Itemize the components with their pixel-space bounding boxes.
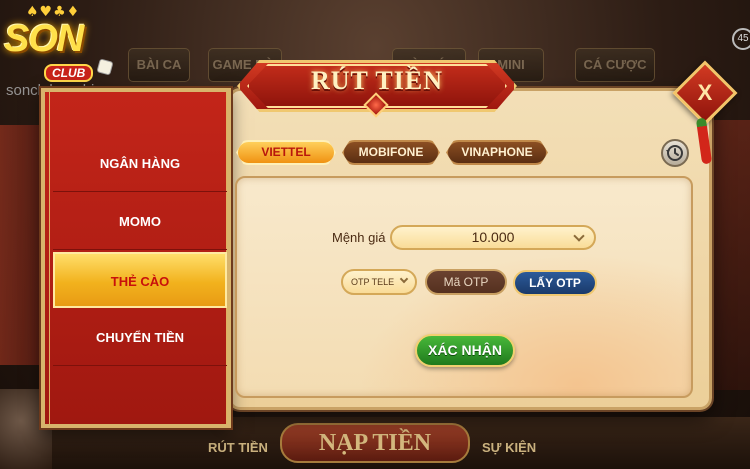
amount-select[interactable]: 10.000 [390, 225, 596, 250]
chevron-down-icon [399, 274, 409, 284]
dice-icon [96, 58, 114, 76]
bottom-event-button[interactable]: SỰ KIỆN [482, 440, 536, 455]
history-icon [666, 145, 683, 161]
withdraw-method-tabs: NGÂN HÀNG MOMO THẺ CÀO CHUYỂN TIỀN [41, 88, 231, 428]
lobby-nav-item[interactable]: CÁ CƯỢC [575, 48, 655, 82]
carrier-tab-mobifone[interactable]: MOBIFONE [342, 140, 440, 165]
otp-channel-select[interactable]: OTP TELE [341, 269, 417, 295]
chevron-down-icon [573, 230, 585, 242]
lobby-nav-item[interactable]: BÀI CA [128, 48, 190, 82]
modal-title: RÚT TIỀN [310, 66, 444, 95]
tab-bank[interactable]: NGÂN HÀNG [53, 136, 227, 192]
amount-label: Mệnh giá [332, 230, 386, 245]
logo-wordmark: SON [4, 18, 84, 60]
notification-count-badge[interactable]: 45 [732, 28, 750, 50]
logo-club-badge: CLUB [44, 64, 94, 82]
bottom-withdraw-button[interactable]: RÚT TIỀN [208, 440, 268, 455]
carrier-tab-viettel[interactable]: VIETTEL [236, 140, 336, 165]
amount-value: 10.000 [471, 229, 515, 245]
otp-channel-value: OTP TELE [351, 277, 395, 287]
bottom-deposit-button[interactable]: NẠP TIỀN [280, 423, 470, 463]
get-otp-button[interactable]: LẤY OTP [513, 270, 597, 296]
carrier-tab-vinaphone[interactable]: VINAPHONE [446, 140, 548, 165]
otp-code-input[interactable]: Mã OTP [425, 269, 507, 295]
tab-scratch-card[interactable]: THẺ CÀO [53, 252, 227, 308]
confirm-button[interactable]: XÁC NHẬN [415, 334, 515, 367]
tab-transfer[interactable]: CHUYỂN TIỀN [53, 310, 227, 366]
tab-momo[interactable]: MOMO [53, 194, 227, 250]
history-button[interactable] [661, 139, 689, 167]
